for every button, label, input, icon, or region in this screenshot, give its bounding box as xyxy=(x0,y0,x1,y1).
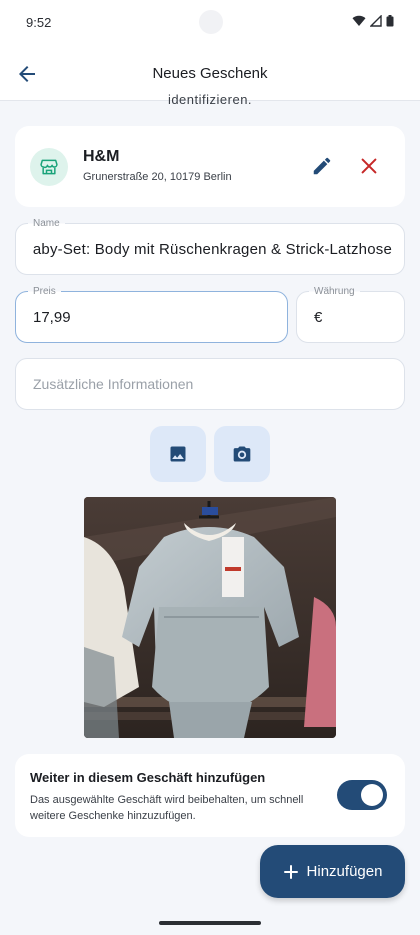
additional-info-field[interactable]: Zusätzliche Informationen xyxy=(15,358,405,410)
currency-label: Währung xyxy=(309,285,360,298)
store-name: H&M xyxy=(83,148,120,165)
store-address: Grunerstraße 20, 10179 Berlin xyxy=(83,171,232,183)
currency-value: € xyxy=(314,309,323,326)
battery-icon xyxy=(386,15,394,27)
camera-button[interactable] xyxy=(214,426,270,482)
price-field[interactable]: Preis 17,99 xyxy=(15,285,288,343)
currency-field[interactable]: Währung € xyxy=(296,285,405,343)
plus-icon xyxy=(283,864,298,879)
keep-store-title: Weiter in diesem Geschäft hinzufügen xyxy=(30,770,266,785)
home-indicator[interactable] xyxy=(159,921,261,925)
price-value: 17,99 xyxy=(33,309,71,326)
edit-store-button[interactable] xyxy=(311,155,333,177)
camera-icon xyxy=(233,446,251,462)
additional-info-placeholder: Zusätzliche Informationen xyxy=(33,376,194,392)
add-button[interactable]: Hinzufügen xyxy=(260,845,405,898)
signal-icon xyxy=(370,15,382,27)
remove-store-button[interactable] xyxy=(358,155,380,177)
keep-store-description: Das ausgewählte Geschäft wird beibehalte… xyxy=(30,794,304,822)
store-card: H&M Grunerstraße 20, 10179 Berlin xyxy=(15,126,405,207)
price-label: Preis xyxy=(28,285,61,298)
toggle-knob xyxy=(361,784,383,806)
status-bar: 9:52 xyxy=(0,0,420,46)
status-time: 9:52 xyxy=(26,15,52,30)
close-icon xyxy=(361,158,377,174)
keep-store-card: Weiter in diesem Geschäft hinzufügen Das… xyxy=(15,754,405,837)
gallery-button[interactable] xyxy=(150,426,206,482)
name-field[interactable]: Name Baby-Set: Body mit Rüschenkragen & … xyxy=(15,217,405,275)
image-icon xyxy=(170,446,186,462)
hint-text: identifizieren. xyxy=(167,92,253,107)
name-value: Baby-Set: Body mit Rüschenkragen & Stric… xyxy=(33,241,392,258)
status-icons xyxy=(352,15,394,27)
keep-store-toggle[interactable] xyxy=(337,780,387,810)
wifi-icon xyxy=(352,15,366,26)
store-icon xyxy=(30,148,68,186)
front-camera xyxy=(199,10,223,34)
page-title: Neues Geschenk xyxy=(152,65,268,82)
name-label: Name xyxy=(28,217,65,230)
pencil-icon xyxy=(313,157,331,175)
product-photo xyxy=(84,497,336,738)
name-input[interactable]: Baby-Set: Body mit Rüschenkragen & Stric… xyxy=(33,241,392,261)
add-button-label: Hinzufügen xyxy=(306,863,383,880)
